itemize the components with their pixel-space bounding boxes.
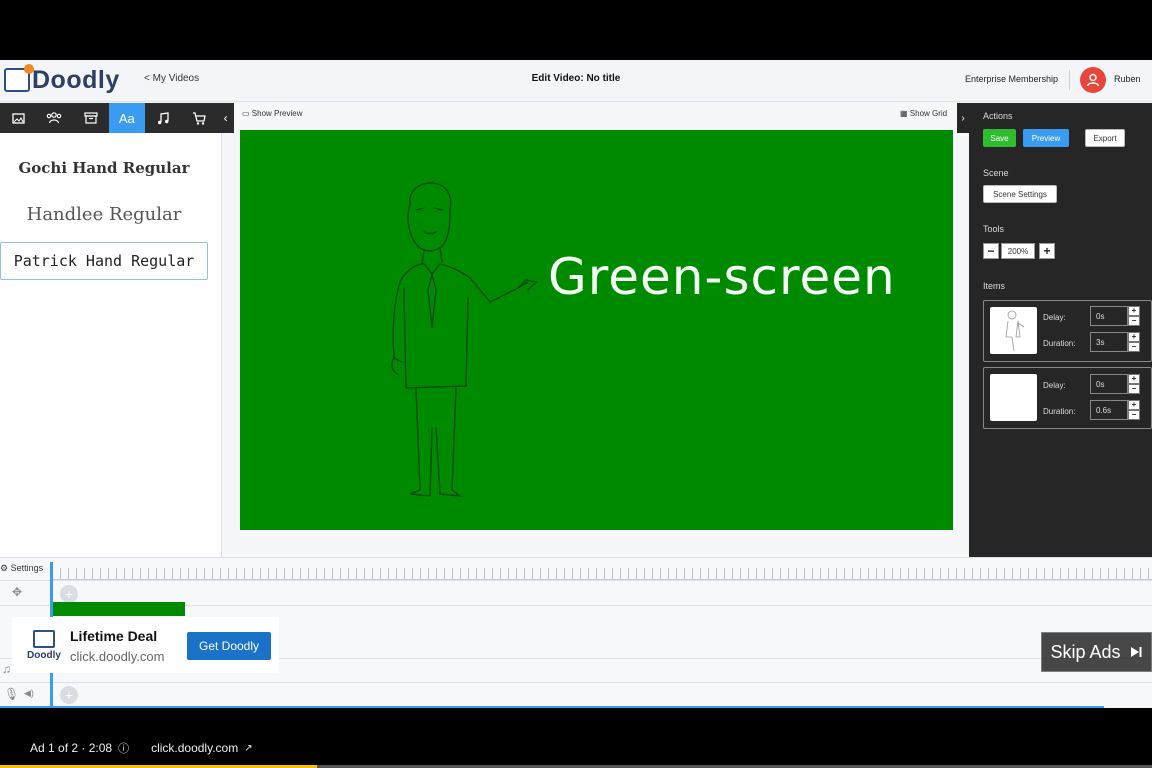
doodly-logo-icon [33, 629, 55, 648]
add-track-button[interactable]: + [60, 585, 78, 603]
volume-icon[interactable]: ◀) [24, 688, 34, 699]
show-preview-toggle[interactable]: ▭ Show Preview [242, 109, 302, 118]
duration-label: Duration: [1043, 407, 1076, 416]
ad-title[interactable]: Lifetime Deal [70, 628, 157, 644]
microphone-icon[interactable]: 🎙 [4, 687, 19, 701]
ad-logo: Doodly [18, 623, 70, 667]
delay-stepper[interactable]: + − [1128, 374, 1140, 394]
timeline-settings-label: Settings [10, 563, 44, 573]
video-frame: Doodly < My Videos Edit Video: No title … [0, 60, 1152, 708]
get-doodly-button[interactable]: Get Doodly [187, 632, 271, 660]
track-divider [0, 580, 1152, 581]
scene-label: Scene [983, 168, 1009, 178]
font-item-handlee[interactable]: Handlee Regular [0, 195, 208, 233]
delay-label: Delay: [1043, 313, 1066, 322]
props-icon[interactable] [72, 103, 108, 133]
items-label: Items [983, 281, 1006, 291]
membership-label: Enterprise Membership [965, 74, 1059, 84]
scene-canvas[interactable]: Green-screen [240, 130, 953, 530]
skip-ads-button[interactable]: Skip Ads [1041, 632, 1152, 672]
text-icon[interactable]: Aa [108, 103, 145, 133]
app-header: Doodly < My Videos Edit Video: No title … [0, 60, 1152, 102]
duration-label: Duration: [1043, 339, 1076, 348]
zoom-out-button[interactable]: − [983, 243, 999, 259]
cart-icon[interactable] [181, 103, 217, 133]
show-grid-toggle[interactable]: ▦ Show Grid [900, 109, 947, 118]
save-button[interactable]: Save [983, 129, 1016, 147]
add-audio-button[interactable]: + [60, 686, 78, 704]
export-button[interactable]: Export [1085, 129, 1125, 147]
show-preview-label: Show Preview [251, 109, 303, 118]
item-card[interactable]: Delay: 0s + − Duration: 3s + − [983, 300, 1152, 362]
username[interactable]: Ruben [1114, 74, 1141, 84]
preview-button[interactable]: Preview [1023, 129, 1069, 147]
delay-label: Delay: [1043, 381, 1066, 390]
properties-panel: Actions Save Preview Export Scene Scene … [969, 103, 1152, 617]
font-item-gochi-hand[interactable]: Gochi Hand Regular [0, 149, 208, 187]
item-thumbnail [990, 307, 1037, 354]
external-link-icon[interactable]: ↗ [244, 743, 252, 754]
characters-icon[interactable] [36, 103, 72, 133]
duration-input[interactable]: 3s [1090, 332, 1128, 352]
font-list: Gochi Hand Regular Handlee Regular Patri… [0, 133, 222, 623]
asset-toolbar: Aa ‹ [0, 103, 234, 133]
zoom-level: 200% [1001, 243, 1035, 259]
ad-info-text: Ad 1 of 2 · 2:08 [30, 741, 113, 755]
user-icon [1086, 73, 1100, 87]
skip-ads-label: Skip Ads [1050, 641, 1121, 662]
track-divider [0, 682, 1152, 683]
timeline-ruler[interactable] [52, 568, 1152, 580]
character-thumb-icon [1005, 310, 1025, 352]
item-card[interactable]: Delay: 0s + − Duration: 0.6s + − [983, 367, 1152, 429]
music-icon[interactable] [145, 103, 181, 133]
move-icon[interactable]: ✥ [12, 585, 22, 599]
delay-input[interactable]: 0s [1090, 374, 1128, 394]
tools-label: Tools [983, 224, 1005, 234]
ad-url[interactable]: click.doodly.com [70, 649, 164, 664]
timeline-progress [0, 706, 1104, 708]
collapse-left-icon[interactable]: ‹ [217, 103, 234, 133]
scene-settings-button[interactable]: Scene Settings [983, 185, 1057, 203]
music-track-icon: ♫ [2, 662, 11, 676]
collapse-right-icon[interactable]: › [957, 103, 969, 133]
timeline-clip[interactable] [52, 602, 185, 616]
zoom-in-button[interactable]: + [1039, 243, 1055, 259]
font-item-patrick-hand[interactable]: Patrick Hand Regular [0, 242, 208, 280]
item-thumbnail [990, 374, 1037, 421]
ad-info-link[interactable]: click.doodly.com [151, 741, 238, 755]
businessman-figure[interactable] [380, 178, 550, 508]
duration-stepper[interactable]: + − [1128, 332, 1140, 352]
duration-input[interactable]: 0.6s [1090, 400, 1128, 420]
ad-card[interactable]: Doodly Lifetime Deal click.doodly.com Ge… [12, 617, 279, 673]
timeline-settings[interactable]: ⚙ Settings [0, 563, 43, 574]
delay-stepper[interactable]: + − [1128, 306, 1140, 326]
header-divider [1069, 70, 1070, 90]
show-grid-label: Show Grid [909, 109, 948, 118]
avatar[interactable] [1080, 67, 1106, 93]
canvas-text[interactable]: Green-screen [548, 248, 896, 306]
info-icon[interactable]: ⓘ [118, 740, 129, 756]
image-icon[interactable] [0, 103, 36, 133]
skip-next-icon [1130, 647, 1142, 657]
ad-info-bar: Ad 1 of 2 · 2:08 ⓘ click.doodly.com ↗ [30, 740, 253, 756]
duration-stepper[interactable]: + − [1128, 400, 1140, 420]
delay-input[interactable]: 0s [1090, 306, 1128, 326]
ad-logo-text: Doodly [27, 649, 61, 661]
actions-label: Actions [983, 111, 1013, 121]
